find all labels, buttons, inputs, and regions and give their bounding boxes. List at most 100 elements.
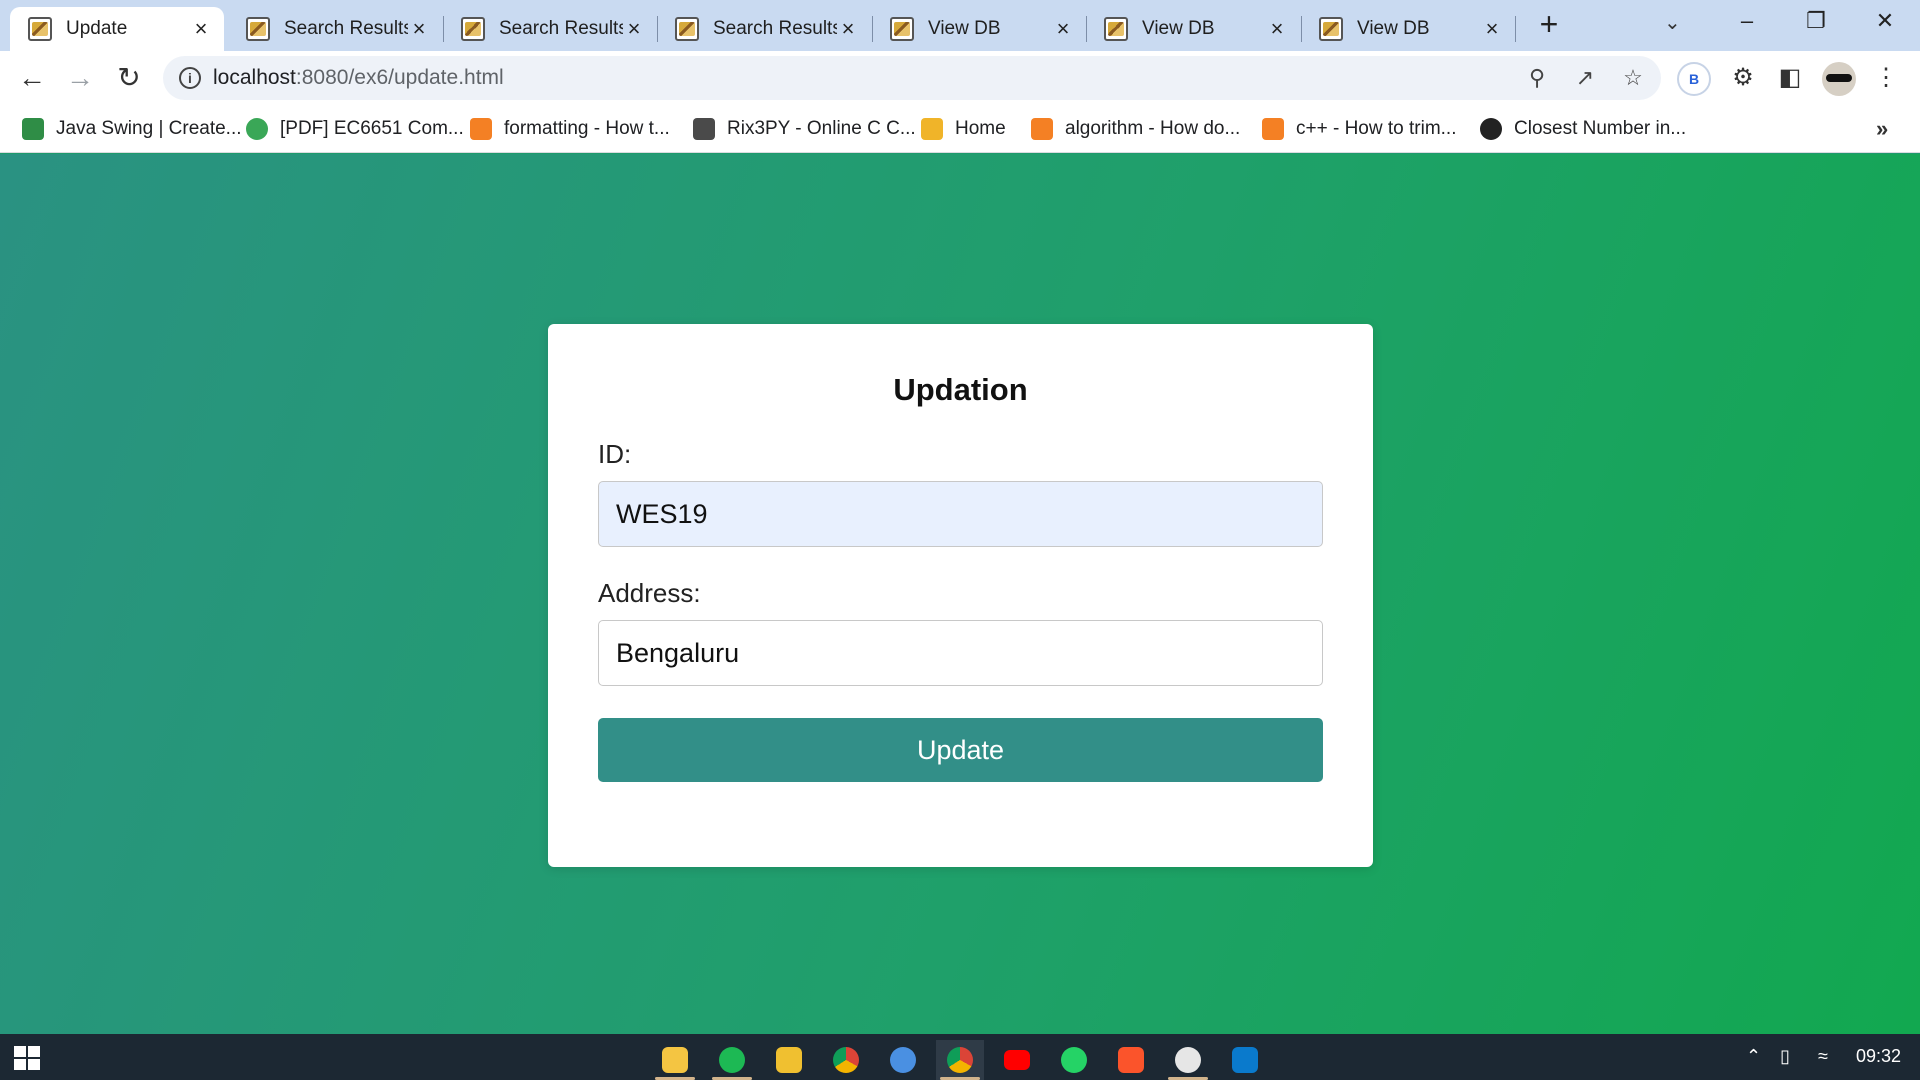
address-label: Address: <box>598 578 701 608</box>
update-button[interactable]: Update <box>598 718 1323 782</box>
bookmark-item[interactable]: Rix3PY - Online C C... <box>693 116 916 142</box>
tab-strip: Update × Search Results × Search Results… <box>0 0 1920 51</box>
menu-kebab-icon[interactable]: ⋮ <box>1868 60 1904 96</box>
wifi-icon[interactable]: ≈ <box>1818 1046 1828 1067</box>
bookmarks-bar: Java Swing | Create... [PDF] EC6651 Com.… <box>0 106 1920 153</box>
spotify-icon[interactable] <box>708 1040 756 1080</box>
settings-icon[interactable] <box>1164 1040 1212 1080</box>
tab-title: View DB <box>928 18 1001 39</box>
close-icon[interactable]: × <box>1266 18 1288 40</box>
battery-icon[interactable]: ▯ <box>1780 1046 1790 1067</box>
chrome-icon[interactable] <box>822 1040 870 1080</box>
tomcat-favicon-icon <box>28 17 52 41</box>
spotify-alt-icon[interactable] <box>879 1040 927 1080</box>
tab-title: Search Results <box>499 18 623 39</box>
stackoverflow-icon <box>1262 118 1284 140</box>
bookmark-item[interactable]: algorithm - How do... <box>1031 116 1240 142</box>
close-icon[interactable]: × <box>190 18 212 40</box>
address-field[interactable] <box>598 620 1323 686</box>
brave-icon[interactable] <box>1107 1040 1155 1080</box>
page-viewport: Updation ID: Address: Update <box>0 154 1920 1034</box>
plus-icon[interactable]: + <box>1534 8 1564 40</box>
network-app-icon[interactable] <box>765 1040 813 1080</box>
file-explorer-icon[interactable] <box>651 1040 699 1080</box>
tab-title: View DB <box>1142 18 1215 39</box>
tomcat-favicon-icon <box>890 17 914 41</box>
tray-chevron-up-icon[interactable]: ⌃ <box>1746 1046 1761 1067</box>
tab-view-db-3[interactable]: View DB × <box>1301 7 1515 51</box>
tomcat-favicon-icon <box>461 17 485 41</box>
tab-search-results-1[interactable]: Search Results × <box>228 7 442 51</box>
url-path: :8080/ex6/update.html <box>295 66 504 89</box>
tomcat-favicon-icon <box>1104 17 1128 41</box>
bookmark-item[interactable]: Closest Number in... <box>1480 116 1686 142</box>
windows-start-icon[interactable] <box>14 1046 40 1070</box>
tab-title: Update <box>66 18 128 39</box>
bookmark-item[interactable]: [PDF] EC6651 Com... <box>246 116 464 142</box>
stackoverflow-icon <box>1031 118 1053 140</box>
extensions-icon[interactable]: ⚙ <box>1725 60 1761 96</box>
back-arrow-icon[interactable]: ← <box>14 60 50 96</box>
whatsapp-icon[interactable] <box>1050 1040 1098 1080</box>
url-host: localhost <box>213 66 296 89</box>
avatar[interactable] <box>1822 62 1856 96</box>
window-close-icon[interactable]: ✕ <box>1865 6 1905 36</box>
tab-title: View DB <box>1357 18 1430 39</box>
chrome-active-icon[interactable] <box>936 1040 984 1080</box>
close-icon[interactable]: × <box>623 18 645 40</box>
windows-taskbar: ⌃ ▯ ≈ 09:32 <box>0 1034 1920 1080</box>
bookmark-item[interactable]: Home <box>921 116 1006 142</box>
reload-icon[interactable]: ↻ <box>111 60 147 96</box>
bookmark-label: [PDF] EC6651 Com... <box>280 118 464 139</box>
share-icon[interactable]: ↗ <box>1571 64 1599 92</box>
tomcat-favicon-icon <box>675 17 699 41</box>
tomcat-favicon-icon <box>1319 17 1343 41</box>
side-panel-icon[interactable]: ◧ <box>1772 60 1808 96</box>
restore-icon[interactable]: ❐ <box>1796 6 1836 36</box>
bookmark-label: algorithm - How do... <box>1065 118 1241 139</box>
close-icon[interactable]: × <box>408 18 430 40</box>
page-title: Updation <box>893 372 1028 407</box>
bookmark-label: Java Swing | Create... <box>56 118 242 139</box>
tab-view-db-1[interactable]: View DB × <box>872 7 1086 51</box>
update-form-card: Updation ID: Address: Update <box>548 324 1373 867</box>
bookmark-star-icon[interactable]: ☆ <box>1619 64 1647 92</box>
chevron-down-icon[interactable]: ⌄ <box>1664 10 1681 35</box>
stackoverflow-icon <box>470 118 492 140</box>
tab-separator <box>1515 16 1516 42</box>
zoom-icon[interactable]: ⚲ <box>1523 64 1551 92</box>
bookmark-item[interactable]: c++ - How to trim... <box>1262 116 1456 142</box>
close-icon[interactable]: × <box>837 18 859 40</box>
youtube-icon[interactable] <box>993 1040 1041 1080</box>
globe-dark-icon <box>1480 118 1502 140</box>
bookmark-label: Closest Number in... <box>1514 118 1687 139</box>
taskbar-clock[interactable]: 09:32 <box>1856 1046 1901 1067</box>
globe-icon <box>246 118 268 140</box>
minimize-icon[interactable]: – <box>1727 6 1767 36</box>
tab-title: Search Results <box>713 18 837 39</box>
tab-update[interactable]: Update × <box>10 7 224 51</box>
address-url[interactable]: localhost:8080/ex6/update.html <box>213 66 504 90</box>
geeksforgeeks-icon <box>22 118 44 140</box>
site-info-icon[interactable]: i <box>179 67 201 89</box>
profile-badge[interactable]: B <box>1677 62 1711 96</box>
box-icon <box>921 118 943 140</box>
bookmark-item[interactable]: formatting - How t... <box>470 116 670 142</box>
address-bar[interactable]: i localhost:8080/ex6/update.html ⚲ ↗ ☆ <box>163 56 1661 100</box>
double-chevron-right-icon[interactable]: » <box>1876 116 1888 142</box>
tab-search-results-2[interactable]: Search Results × <box>443 7 657 51</box>
tab-title: Search Results <box>284 18 408 39</box>
tab-search-results-3[interactable]: Search Results × <box>657 7 871 51</box>
vscode-icon[interactable] <box>1221 1040 1269 1080</box>
tomcat-favicon-icon <box>246 17 270 41</box>
close-icon[interactable]: × <box>1052 18 1074 40</box>
id-field[interactable] <box>598 481 1323 547</box>
forward-arrow-icon[interactable]: → <box>62 60 98 96</box>
id-label: ID: <box>598 439 632 469</box>
bookmark-item[interactable]: Java Swing | Create... <box>22 116 242 142</box>
close-icon[interactable]: × <box>1481 18 1503 40</box>
ideone-icon <box>693 118 715 140</box>
bookmark-label: c++ - How to trim... <box>1296 118 1457 139</box>
bookmark-label: Home <box>955 118 1006 139</box>
tab-view-db-2[interactable]: View DB × <box>1086 7 1300 51</box>
